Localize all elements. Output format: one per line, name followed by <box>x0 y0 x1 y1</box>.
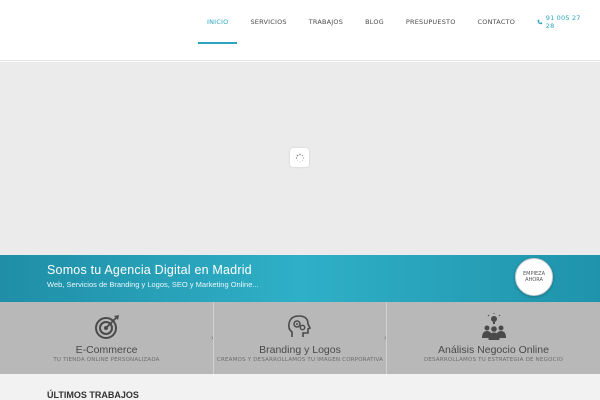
start-now-button[interactable]: EMPIEZA AHORA <box>515 258 553 296</box>
spinner-icon <box>295 153 304 162</box>
hero-slider <box>0 62 600 255</box>
nav-inicio[interactable]: INICIO <box>196 0 239 44</box>
service-subtitle: CREAMOS Y DESARROLLAMOS TU IMAGEN CORPOR… <box>216 357 384 363</box>
service-title: Branding y Logos <box>259 344 341 356</box>
service-title: Análisis Negocio Online <box>438 344 549 356</box>
agency-banner: Somos tu Agencia Digital en Madrid Web, … <box>0 255 600 302</box>
service-analisis[interactable]: Análisis Negocio Online DESARROLLAMOS TU… <box>386 302 600 374</box>
cta-line-2: AHORA <box>525 277 543 283</box>
site-header: INICIO SERVICIOS TRABAJOS BLOG PRESUPUES… <box>0 0 600 61</box>
section-title: ÚLTIMOS TRABAJOS <box>47 390 139 400</box>
nav-blog[interactable]: BLOG <box>354 0 395 44</box>
phone-number: 91 005 27 28 <box>545 14 581 30</box>
service-subtitle: DESARROLLAMOS TU ESTRATEGIA DE NEGOCIO <box>423 357 564 363</box>
nav-servicios[interactable]: SERVICIOS <box>239 0 297 44</box>
service-title: E-Commerce <box>75 344 138 356</box>
services-row: E-Commerce TU TIENDA ONLINE PERSONALIZAD… <box>0 302 600 374</box>
phone-icon <box>537 19 543 25</box>
head-gears-icon <box>288 315 312 337</box>
latest-works-section: ÚLTIMOS TRABAJOS <box>0 374 600 400</box>
nav-trabajos[interactable]: TRABAJOS <box>298 0 354 44</box>
service-ecommerce[interactable]: E-Commerce TU TIENDA ONLINE PERSONALIZAD… <box>0 302 214 374</box>
banner-subtitle: Web, Servicios de Branding y Logos, SEO … <box>47 280 259 289</box>
slider-loader <box>290 148 309 167</box>
target-icon <box>94 315 119 339</box>
nav-contacto[interactable]: CONTACTO <box>467 0 527 44</box>
team-idea-icon <box>481 313 506 340</box>
main-nav: INICIO SERVICIOS TRABAJOS BLOG PRESUPUES… <box>196 0 600 44</box>
service-branding[interactable]: Branding y Logos CREAMOS Y DESARROLLAMOS… <box>213 302 387 374</box>
banner-title: Somos tu Agencia Digital en Madrid <box>47 263 252 277</box>
service-subtitle: TU TIENDA ONLINE PERSONALIZADA <box>53 357 160 363</box>
nav-presupuesto[interactable]: PRESUPUESTO <box>395 0 467 44</box>
nav-phone-link[interactable]: 91 005 27 28 <box>526 0 600 44</box>
